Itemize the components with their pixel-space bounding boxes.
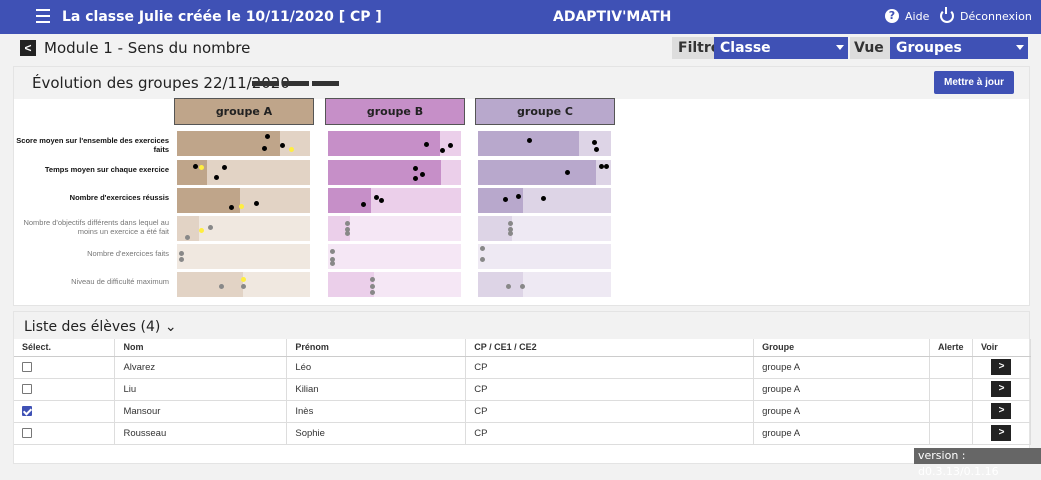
logout-label: Déconnexion <box>960 9 1032 23</box>
help-button[interactable]: ? Aide <box>885 9 929 23</box>
cell-niveau: CP <box>465 356 755 379</box>
cell-faits-b <box>328 244 461 269</box>
row-checkbox[interactable] <box>22 362 32 372</box>
help-icon: ? <box>885 9 899 23</box>
cell-alerte <box>929 378 973 401</box>
col-nom[interactable]: Nom <box>114 339 288 357</box>
cell-niveau-c <box>478 272 611 297</box>
cell-reussis-b <box>328 188 461 213</box>
cell-objectifs-a <box>177 216 310 241</box>
view-student-button[interactable]: > <box>991 425 1012 441</box>
table-header-row: Sélect. Nom Prénom CP / CE1 / CE2 Groupe… <box>14 339 1032 357</box>
view-student-button[interactable]: > <box>991 381 1012 397</box>
col-niveau[interactable]: CP / CE1 / CE2 <box>465 339 755 357</box>
cell-faits-c <box>478 244 611 269</box>
cell-niveau-b <box>328 272 461 297</box>
cell-alerte <box>929 422 973 445</box>
row-checkbox[interactable] <box>22 428 32 438</box>
chevron-down-icon <box>1016 45 1024 50</box>
cell-prenom: Sophie <box>286 422 467 445</box>
cell-niveau: CP <box>465 422 755 445</box>
table-row: Rousseau Sophie CP groupe A > <box>14 422 1032 445</box>
row-label-score: Score moyen sur l'ensemble des exercices… <box>16 136 169 154</box>
cell-niveau: CP <box>465 400 755 423</box>
sub-bar: < Module 1 - Sens du nombre Filtre : Cla… <box>0 34 1041 62</box>
view-select[interactable]: Groupes <box>890 37 1028 59</box>
view-student-button[interactable]: > <box>991 403 1012 419</box>
cell-nom: Alvarez <box>114 356 288 379</box>
filter-value: Classe <box>720 40 771 56</box>
row-label-niveau: Niveau de difficulté maximum <box>71 277 169 286</box>
table-row: Alvarez Léo CP groupe A > <box>14 356 1032 379</box>
col-alerte: Alerte <box>929 339 973 357</box>
students-panel: Liste des élèves (4) ⌄ Sélect. Nom Préno… <box>13 311 1032 464</box>
evolution-header: Évolution des groupes 22/11/2020 Mettre … <box>14 67 1029 99</box>
cell-alerte <box>929 356 973 379</box>
group-header-a: groupe A <box>174 98 314 125</box>
cell-niveau: CP <box>465 378 755 401</box>
cell-nom: Rousseau <box>114 422 288 445</box>
col-voir: Voir <box>972 339 1032 357</box>
table-row: Liu Kilian CP groupe A > <box>14 378 1032 401</box>
students-table: Sélect. Nom Prénom CP / CE1 / CE2 Groupe… <box>14 339 1032 445</box>
menu-icon[interactable] <box>36 9 50 23</box>
cell-temps-c <box>478 160 611 185</box>
update-button[interactable]: Mettre à jour <box>934 71 1014 94</box>
cell-prenom: Léo <box>286 356 467 379</box>
view-value: Groupes <box>896 40 962 56</box>
table-row: Mansour Inès CP groupe A > <box>14 400 1032 423</box>
cell-nom: Liu <box>114 378 288 401</box>
cell-groupe: groupe A <box>753 356 930 379</box>
group-header-c: groupe C <box>475 98 615 125</box>
cell-prenom: Kilian <box>286 378 467 401</box>
cell-niveau-a <box>177 272 310 297</box>
module-title: Module 1 - Sens du nombre <box>44 39 251 57</box>
row-label-objectifs: Nombre d'objectifs différents dans leque… <box>23 218 169 236</box>
back-button[interactable]: < <box>20 40 36 56</box>
cell-temps-a <box>177 160 310 185</box>
progress-bars-icon <box>252 81 339 86</box>
row-label-temps: Temps moyen sur chaque exercice <box>44 165 169 174</box>
students-header[interactable]: Liste des élèves (4) ⌄ <box>14 312 1029 339</box>
cell-objectifs-b <box>328 216 461 241</box>
help-label: Aide <box>905 9 930 23</box>
cell-nom: Mansour <box>114 400 288 423</box>
row-label-faits: Nombre d'exercices faits <box>87 249 169 258</box>
class-title: La classe Julie créée le 10/11/2020 [ CP… <box>62 9 382 25</box>
power-icon <box>940 7 954 23</box>
col-select: Sélect. <box>14 339 116 357</box>
col-groupe[interactable]: Groupe <box>753 339 930 357</box>
row-checkbox[interactable] <box>22 384 32 394</box>
group-header-b: groupe B <box>325 98 465 125</box>
cell-faits-a <box>177 244 310 269</box>
cell-objectifs-c <box>478 216 611 241</box>
cell-score-c <box>478 131 611 156</box>
cell-groupe: groupe A <box>753 422 930 445</box>
cell-groupe: groupe A <box>753 378 930 401</box>
col-prenom[interactable]: Prénom <box>286 339 467 357</box>
cell-prenom: Inès <box>286 400 467 423</box>
cell-temps-b <box>328 160 461 185</box>
cell-reussis-c <box>478 188 611 213</box>
cell-reussis-a <box>177 188 310 213</box>
version-badge: version : d0.3.13/0.1.16 <box>914 448 1041 478</box>
row-checkbox[interactable] <box>22 406 32 416</box>
cell-alerte <box>929 400 973 423</box>
cell-groupe: groupe A <box>753 400 930 423</box>
students-title: Liste des élèves (4) ⌄ <box>24 319 177 335</box>
logout-button[interactable]: Déconnexion <box>940 7 1032 23</box>
top-bar: La classe Julie créée le 10/11/2020 [ CP… <box>0 0 1041 34</box>
cell-score-b <box>328 131 461 156</box>
row-label-reussis: Nombre d'exercices réussis <box>69 193 169 202</box>
view-student-button[interactable]: > <box>991 359 1012 375</box>
chevron-down-icon <box>836 45 844 50</box>
cell-score-a <box>177 131 310 156</box>
evolution-panel: Évolution des groupes 22/11/2020 Mettre … <box>13 66 1030 306</box>
filter-select[interactable]: Classe <box>714 37 848 59</box>
brand-logo: ADAPTIV'MATH <box>553 9 672 25</box>
